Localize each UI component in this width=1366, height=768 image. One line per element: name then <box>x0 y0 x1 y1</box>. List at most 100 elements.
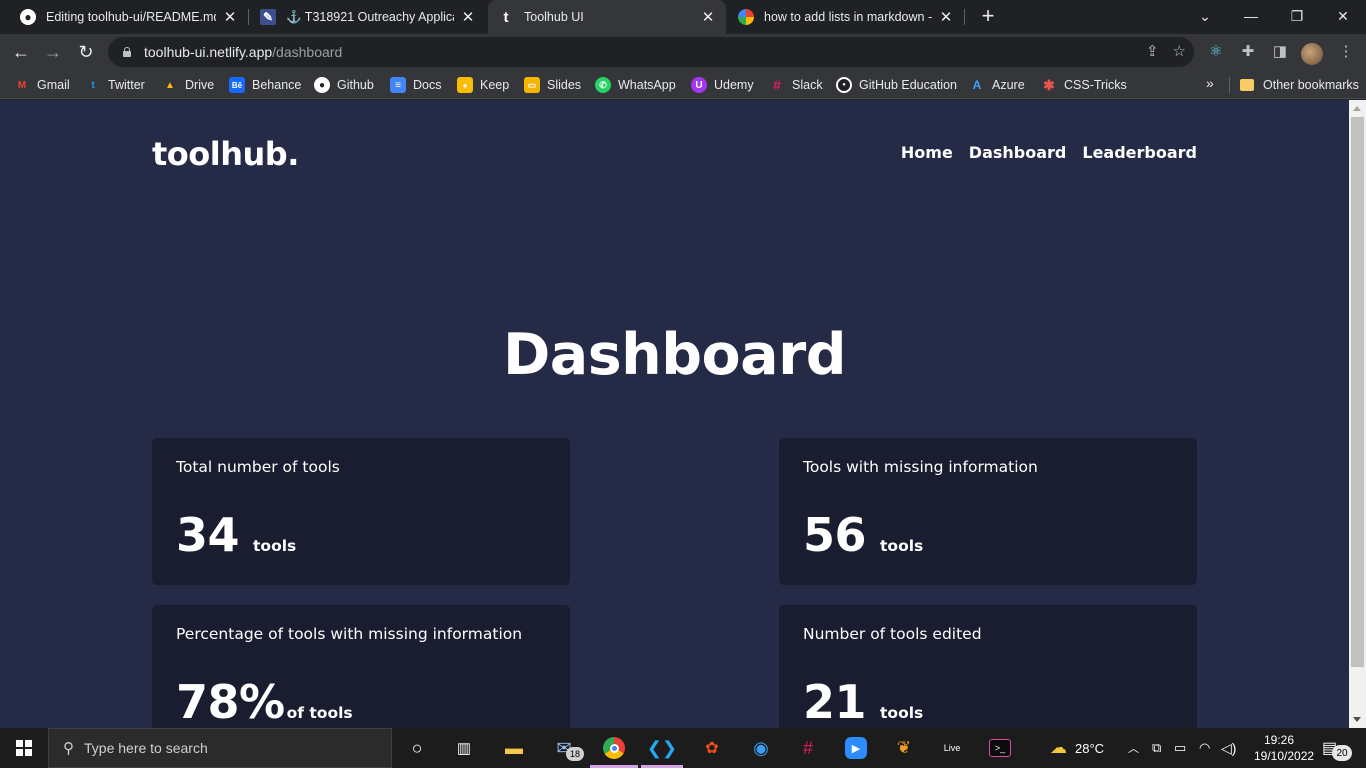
slack-icon: # <box>773 77 781 93</box>
tab-toolhub-ui[interactable]: t Toolhub UI ✕ <box>488 0 726 34</box>
vscode-icon[interactable]: ❮❯ <box>647 734 677 762</box>
bookmark-behance[interactable]: Bē Behance <box>229 75 301 95</box>
bookmark-label: Docs <box>413 78 442 92</box>
zoom-icon[interactable]: ▶ <box>841 734 871 762</box>
drive-icon: ▲ <box>165 79 175 91</box>
back-button[interactable]: ← <box>7 38 35 66</box>
wifi-icon[interactable]: ◠ <box>1199 728 1210 768</box>
url-path: /dashboard <box>272 44 343 60</box>
slack-taskbar-icon[interactable]: # <box>793 734 823 762</box>
share-icon[interactable]: ⇪ <box>1146 42 1159 60</box>
fl-studio-icon[interactable]: ❦ <box>889 734 919 762</box>
tab-title: how to add lists in markdown - G <box>764 10 932 24</box>
taskbar-search-box[interactable]: ⚲ Type here to search <box>48 728 392 768</box>
figma-icon[interactable]: ✿ <box>697 734 727 762</box>
windows-start-icon[interactable] <box>16 740 32 756</box>
nav-leaderboard-link[interactable]: Leaderboard <box>1082 143 1197 162</box>
bookmarks-overflow-button[interactable]: » <box>1206 75 1214 91</box>
phabricator-icon: ✎ <box>260 9 276 25</box>
notifications-badge: 20 <box>1332 745 1352 761</box>
other-bookmarks-folder[interactable]: Other bookmarks <box>1240 75 1359 95</box>
bookmark-azure[interactable]: A Azure <box>969 75 1025 95</box>
bookmark-label: Behance <box>252 78 302 92</box>
page-viewport: toolhub. Home Dashboard Leaderboard Dash… <box>0 100 1349 728</box>
stat-unit: of tools <box>286 704 353 722</box>
system-clock[interactable]: 19:26 19/10/2022 <box>1254 732 1315 764</box>
cortana-icon[interactable]: ○ <box>402 734 432 762</box>
react-devtools-icon[interactable]: ⚛ <box>1204 40 1228 64</box>
nav-dashboard-link[interactable]: Dashboard <box>969 143 1067 162</box>
mail-badge: 18 <box>566 747 584 761</box>
bookmark-slides[interactable]: ▭ Slides <box>524 75 581 95</box>
stat-label: Number of tools edited <box>803 625 982 643</box>
chrome-taskbar-icon[interactable] <box>599 734 629 762</box>
bookmark-whatsapp[interactable]: ✆ WhatsApp <box>595 75 676 95</box>
stat-value: 78% <box>176 675 285 728</box>
bookmark-github-education[interactable]: ● GitHub Education <box>836 75 957 95</box>
nav-home-link[interactable]: Home <box>901 143 953 162</box>
stat-card-tools-edited: Number of tools edited 21 tools <box>779 605 1197 728</box>
bookmark-label: CSS-Tricks <box>1064 78 1127 92</box>
minimize-button[interactable]: — <box>1228 0 1274 32</box>
stat-label: Tools with missing information <box>803 458 1038 476</box>
scroll-up-arrow-icon[interactable] <box>1353 106 1361 111</box>
file-explorer-icon[interactable]: ▬ <box>499 734 529 762</box>
scroll-down-arrow-icon[interactable] <box>1353 717 1361 722</box>
address-bar[interactable]: toolhub-ui.netlify.app/dashboard ⇪ ☆ <box>108 37 1194 67</box>
tab-github-readme[interactable]: ● Editing toolhub-ui/README.md a ✕ <box>10 0 248 34</box>
ableton-live-icon[interactable]: Live <box>937 734 967 762</box>
bookmark-udemy[interactable]: U Udemy <box>691 75 754 95</box>
page-scrollbar[interactable] <box>1349 100 1366 728</box>
close-window-button[interactable]: ✕ <box>1320 0 1366 32</box>
task-view-icon[interactable]: ▥ <box>449 734 479 762</box>
firefox-icon[interactable]: ◉ <box>746 734 776 762</box>
scrollbar-thumb[interactable] <box>1351 117 1364 667</box>
lock-icon[interactable] <box>122 47 132 57</box>
stat-value: 56 <box>803 508 867 562</box>
close-icon[interactable]: ✕ <box>700 8 716 26</box>
stat-value: 21 <box>803 675 867 728</box>
bookmark-drive[interactable]: ▲ Drive <box>162 75 214 95</box>
bookmark-keep[interactable]: ● Keep <box>457 75 509 95</box>
bookmark-css-tricks[interactable]: ✱ CSS-Tricks <box>1041 75 1127 95</box>
whatsapp-icon: ✆ <box>595 77 611 93</box>
windows-taskbar: ⚲ Type here to search ○ ▥ ▬ ✉ 18 ❮❯ ✿ ◉ … <box>0 728 1366 768</box>
reload-button[interactable]: ↻ <box>72 38 100 66</box>
avatar[interactable] <box>1301 43 1323 65</box>
bookmark-slack[interactable]: # Slack <box>769 75 822 95</box>
other-bookmarks-label: Other bookmarks <box>1263 78 1359 92</box>
volume-icon[interactable]: ◁) <box>1221 728 1236 768</box>
side-panel-icon[interactable]: ◨ <box>1268 40 1292 64</box>
close-icon[interactable]: ✕ <box>460 8 476 26</box>
close-icon[interactable]: ✕ <box>938 8 954 26</box>
bookmarks-divider <box>1229 77 1230 93</box>
bookmark-twitter[interactable]: t Twitter <box>85 75 144 95</box>
bookmark-label: Gmail <box>37 78 70 92</box>
search-icon: ⚲ <box>63 740 74 757</box>
github-icon: ● <box>314 77 330 93</box>
stat-unit: tools <box>253 537 297 555</box>
tab-phabricator[interactable]: ✎ ⚓ T318921 Outreachy Applicati ✕ <box>250 0 486 34</box>
weather-widget[interactable]: ☁ 28°C <box>1050 728 1104 768</box>
terminal-icon[interactable]: >_ <box>985 734 1015 762</box>
tab-title: Editing toolhub-ui/README.md a <box>46 10 216 24</box>
tab-search-button[interactable]: ⌄ <box>1182 0 1228 32</box>
show-hidden-icons-button[interactable]: ︿ <box>1128 728 1139 768</box>
bookmark-github[interactable]: ● Github <box>314 75 374 95</box>
tab-google-search[interactable]: how to add lists in markdown - G ✕ <box>728 0 964 34</box>
bookmark-star-icon[interactable]: ☆ <box>1173 42 1186 60</box>
clock-date: 19/10/2022 <box>1254 749 1315 763</box>
gmail-icon: M <box>17 79 27 91</box>
menu-kebab-icon[interactable]: ⋮ <box>1334 40 1358 64</box>
new-tab-button[interactable]: + <box>976 4 1000 28</box>
extensions-puzzle-icon[interactable]: ✚ <box>1236 40 1260 64</box>
meet-now-icon[interactable]: ⧉ <box>1152 728 1161 768</box>
close-icon[interactable]: ✕ <box>222 8 238 26</box>
site-logo[interactable]: toolhub. <box>152 135 299 173</box>
battery-icon[interactable]: ▭ <box>1174 728 1186 768</box>
maximize-button[interactable]: ❐ <box>1274 0 1320 32</box>
forward-button[interactable]: → <box>39 38 67 66</box>
bookmark-docs[interactable]: ≡ Docs <box>390 75 441 95</box>
stat-label: Total number of tools <box>176 458 340 476</box>
bookmark-gmail[interactable]: M Gmail <box>14 75 70 95</box>
